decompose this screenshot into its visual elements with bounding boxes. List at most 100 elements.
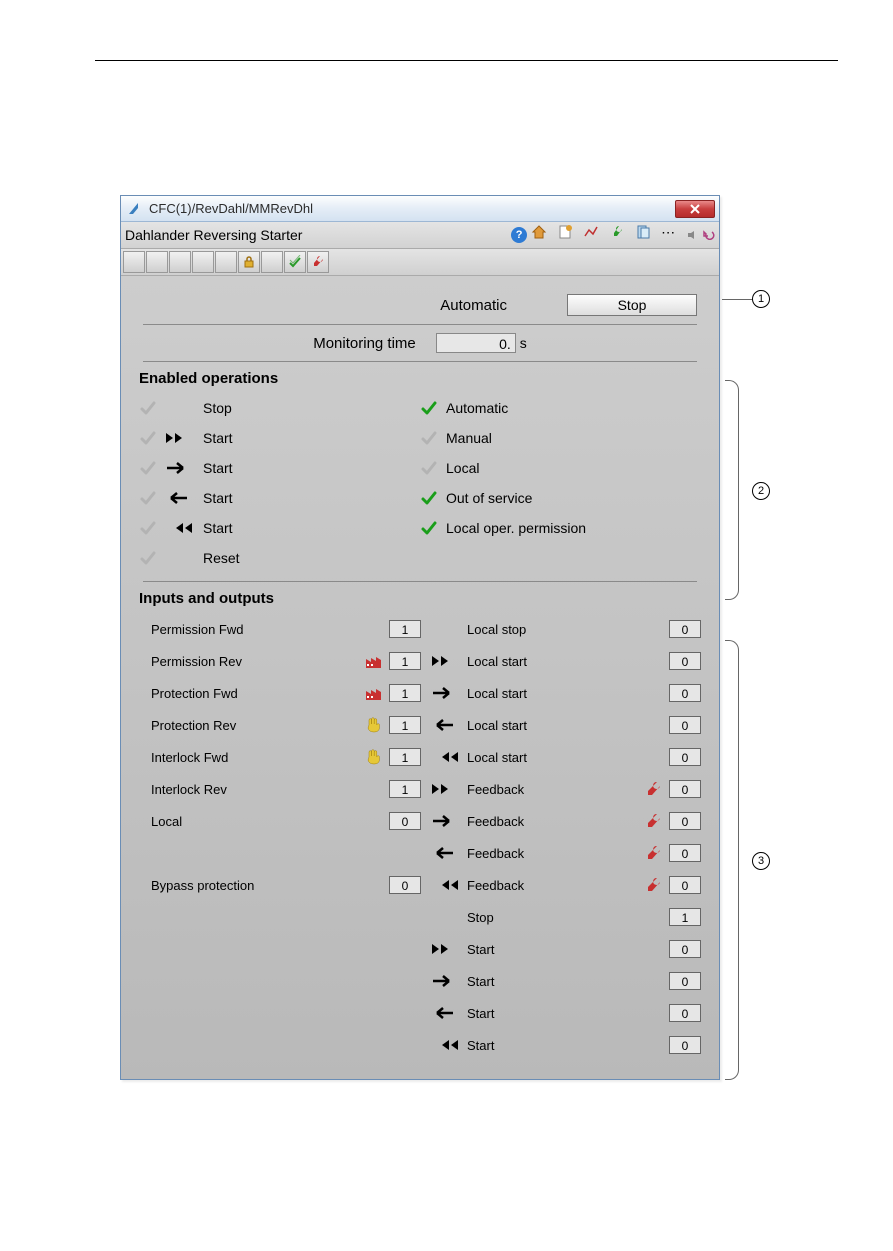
op-label: Start [203,520,233,536]
io-value: 0 [669,652,701,670]
io-label: Protection Rev [151,718,363,733]
stop-button[interactable]: Stop [567,294,697,316]
toolbar-more-icon[interactable]: ⋯ [661,224,687,246]
io-value: 0 [389,812,421,830]
lock-icon[interactable] [238,251,260,273]
monitoring-value[interactable]: 0. [436,333,516,353]
direction-icon [165,431,201,445]
op-item: Stop [139,393,420,423]
io-value: 1 [669,908,701,926]
direction-icon [431,686,465,700]
io-value: 1 [389,684,421,702]
status-slot [123,251,145,273]
io-value: 0 [669,684,701,702]
op-label: Manual [446,430,492,446]
help-icon[interactable]: ? [511,227,527,243]
mode-row: Automatic Stop [139,294,697,316]
check-icon [420,489,438,507]
io-label: Permission Fwd [151,622,363,637]
titlebar: CFC(1)/RevDahl/MMRevDhl [121,196,719,222]
check-icon [420,429,438,447]
wrench-icon [643,845,665,861]
factory-icon [363,653,385,669]
monitoring-unit: s [520,335,527,351]
check-icon [139,519,157,537]
io-row: Local start 0 [431,645,701,677]
io-row [151,837,421,869]
callout-1: 1 [752,290,770,308]
io-value: 1 [389,748,421,766]
io-label: Local [151,814,363,829]
io-label: Feedback [467,878,552,893]
hand-icon [363,717,385,733]
hand-icon [363,749,385,765]
block-name: Dahlander Reversing Starter [125,227,511,243]
io-label: Start [467,942,552,957]
direction-icon [431,654,465,668]
toolbar-wrench-icon[interactable] [609,224,635,246]
direction-icon [165,521,201,535]
maint-icon[interactable] [307,251,329,273]
io-value: 0 [669,748,701,766]
monitoring-row: Monitoring time 0. s [139,333,701,353]
toolbar-notes-icon[interactable] [557,224,583,246]
op-label: Out of service [446,490,532,506]
wrench-icon [643,781,665,797]
io-row: Start 0 [431,965,701,997]
callout-2: 2 [752,482,770,500]
check-icon [139,399,157,417]
io-row: Stop 1 [431,901,701,933]
toolbar-page-icon[interactable] [635,224,661,246]
direction-icon [431,1038,465,1052]
app-icon [127,201,143,217]
io-row: Interlock Rev 1 [151,773,421,805]
io-row: Feedback 0 [431,837,701,869]
io-label: Protection Fwd [151,686,363,701]
io-label: Start [467,974,552,989]
separator [143,581,697,582]
io-value: 1 [389,716,421,734]
toolbar-home-icon[interactable] [531,224,557,246]
io-label: Interlock Fwd [151,750,363,765]
toolbar-undo-icon[interactable] [703,227,715,243]
io-row: Start 0 [431,933,701,965]
status-slot [169,251,191,273]
op-label: Start [203,490,233,506]
io-row: Permission Fwd 1 [151,613,421,645]
op-label: Local oper. permission [446,520,586,536]
toolbar-mute-icon[interactable] [687,227,699,243]
io-row: Feedback 0 [431,869,701,901]
op-label: Stop [203,400,232,416]
factory-icon [363,685,385,701]
op-item: Local [420,453,701,483]
direction-icon [431,974,465,988]
op-label: Reset [203,550,240,566]
wrench-icon [643,813,665,829]
io-label: Feedback [467,782,552,797]
io-row: Feedback 0 [431,773,701,805]
io-value: 0 [669,844,701,862]
ack-icon[interactable] [284,251,306,273]
io-label: Feedback [467,814,552,829]
io-row: Local start 0 [431,741,701,773]
window-title: CFC(1)/RevDahl/MMRevDhl [149,201,675,216]
separator [143,324,697,325]
direction-icon [431,750,465,764]
io-value: 0 [669,972,701,990]
separator [143,361,697,362]
callout-3: 3 [752,852,770,870]
io-heading: Inputs and outputs [139,590,701,607]
close-button[interactable] [675,200,715,218]
io-row: Bypass protection 0 [151,869,421,901]
io-row: Permission Rev 1 [151,645,421,677]
op-item: Start [139,453,420,483]
op-item: Start [139,483,420,513]
io-row: Interlock Fwd 1 [151,741,421,773]
direction-icon [431,878,465,892]
io-label: Local start [467,718,552,733]
io-value: 0 [669,620,701,638]
toolbar-trend-icon[interactable] [583,224,609,246]
status-slot [146,251,168,273]
io-row: Local start 0 [431,677,701,709]
io-label: Start [467,1038,552,1053]
